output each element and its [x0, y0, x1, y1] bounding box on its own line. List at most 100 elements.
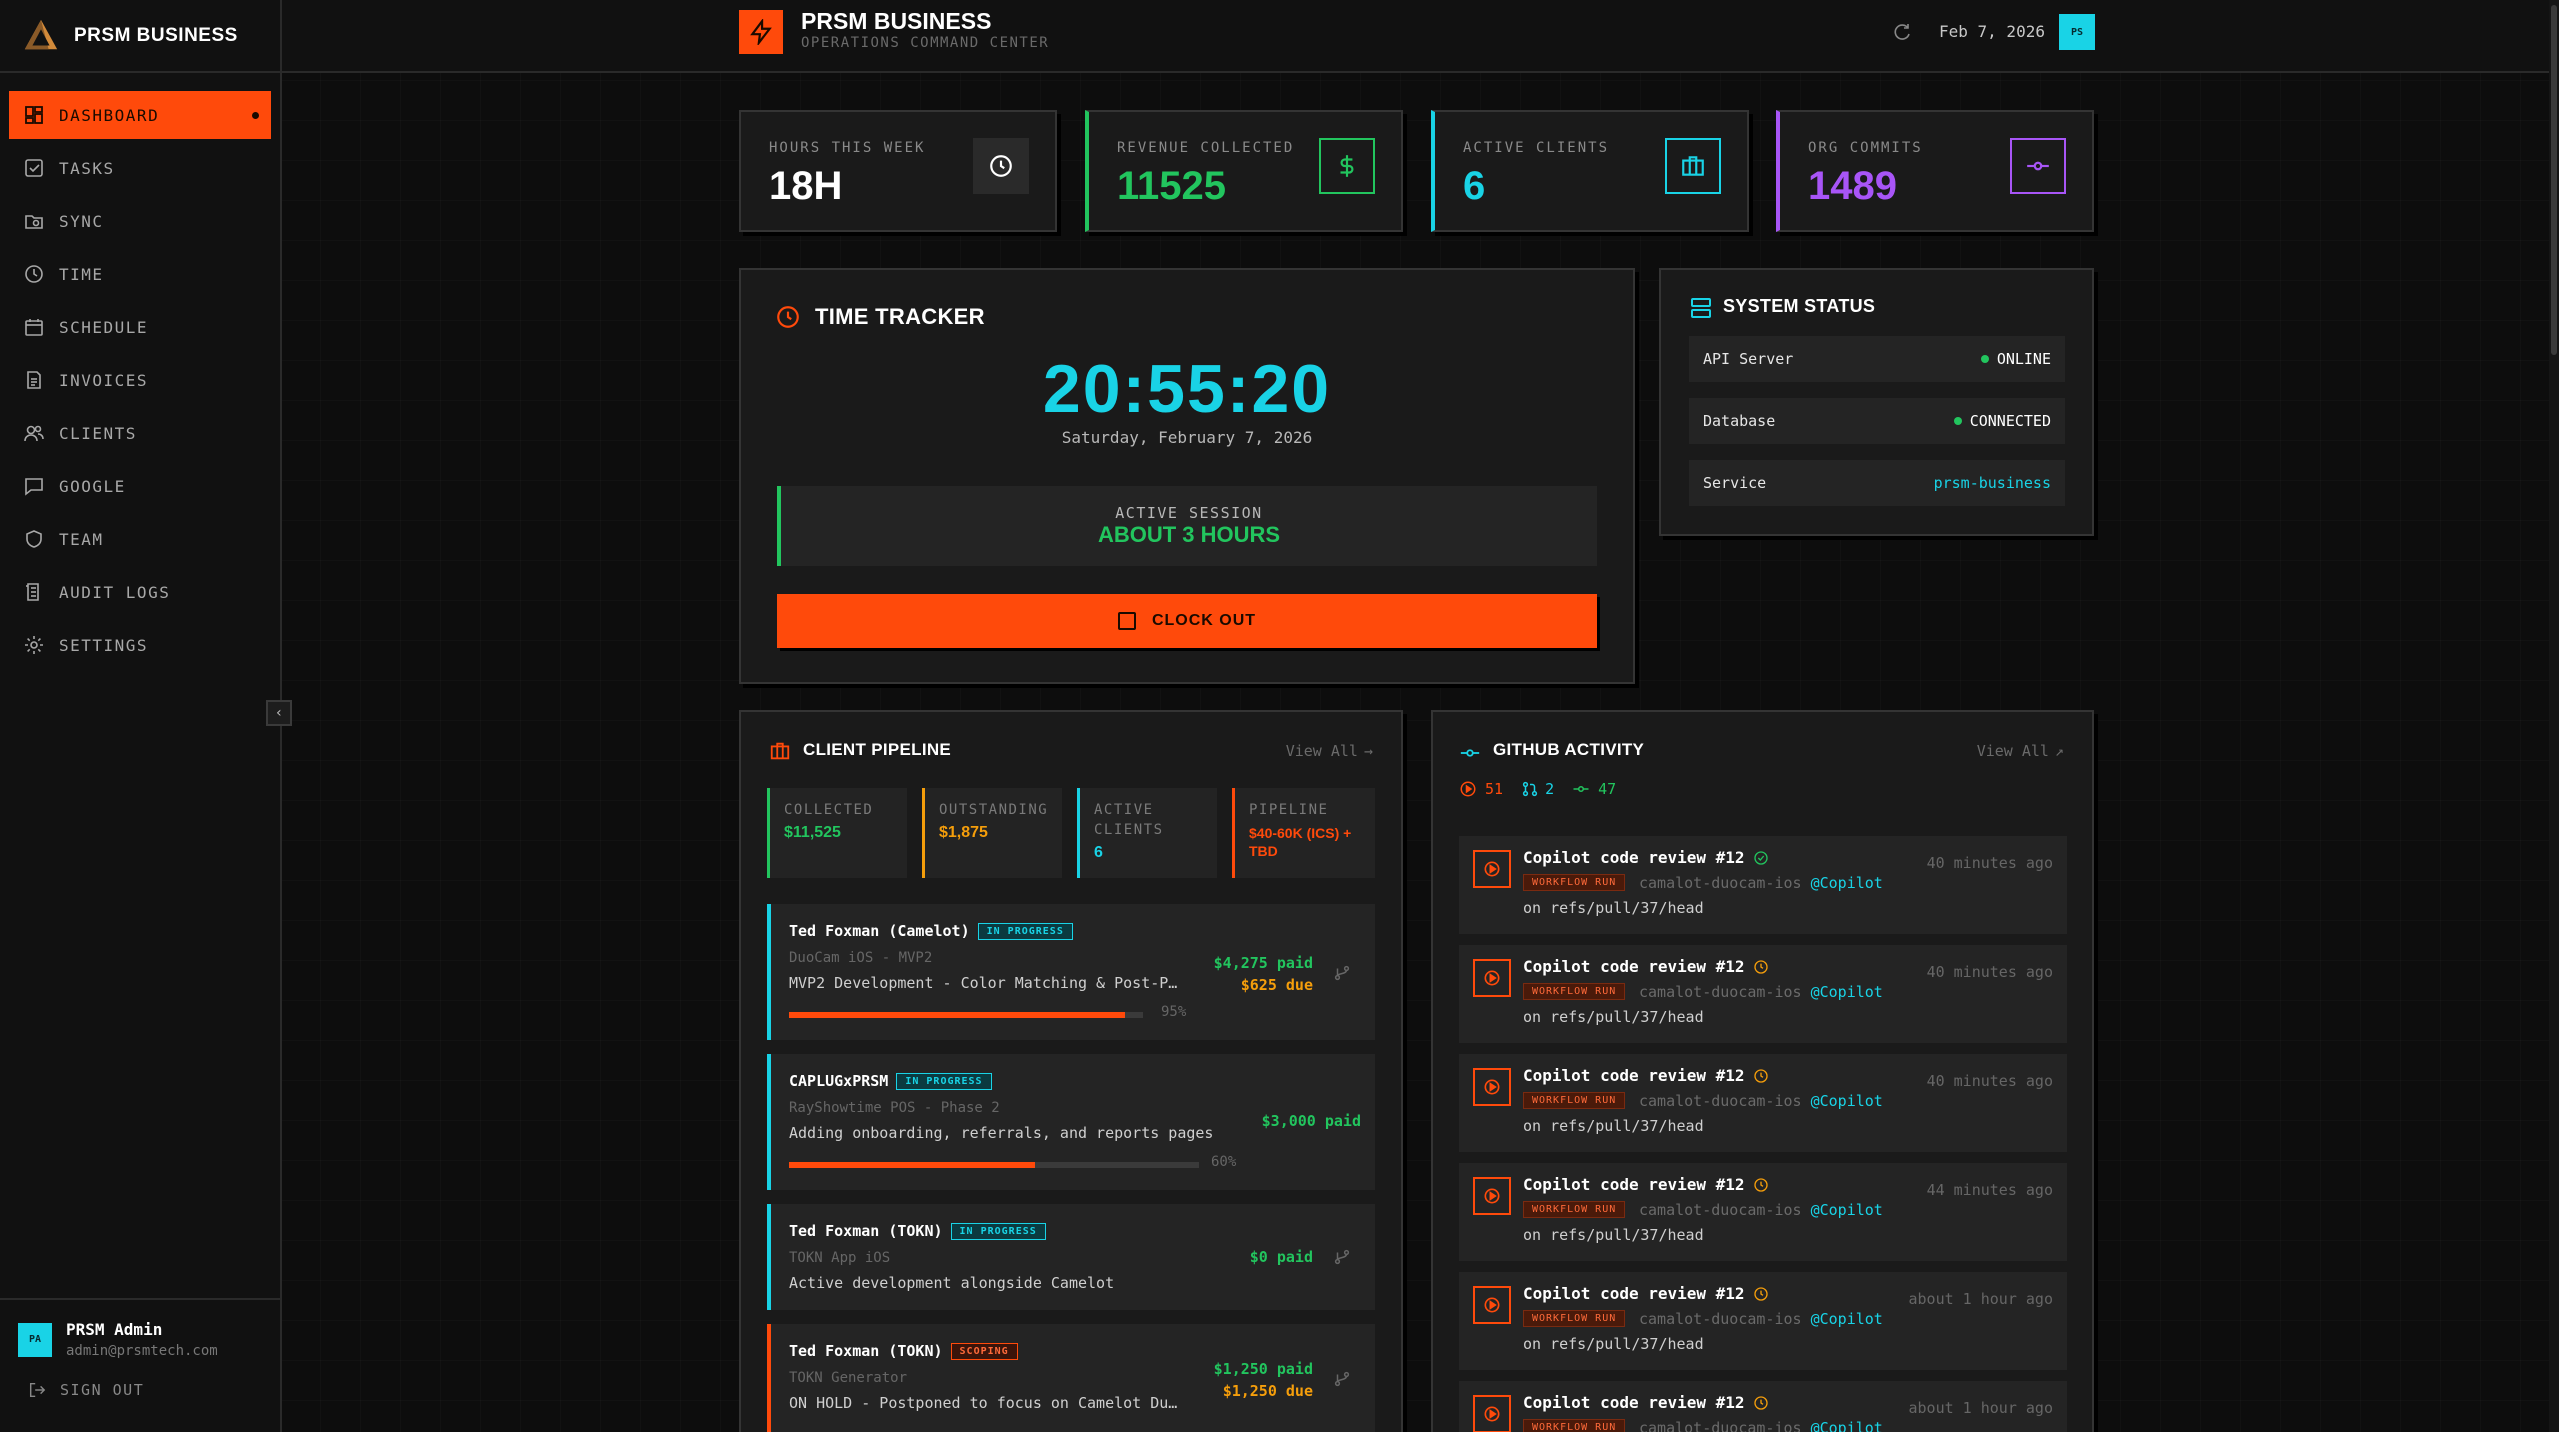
status-row-database: Database CONNECTED	[1689, 398, 2065, 444]
pipe-stat-value: $40-60K (ICS) + TBD	[1249, 825, 1352, 859]
actor-link[interactable]: @Copilot	[1811, 1310, 1883, 1328]
user-email: admin@prsmtech.com	[66, 1343, 218, 1359]
activity-title-row: Copilot code review #12	[1523, 1393, 1769, 1412]
dollar-icon	[1319, 138, 1375, 194]
header-date: Feb 7, 2026	[1939, 22, 2045, 41]
activity-title-row: Copilot code review #12	[1523, 957, 1769, 976]
clock-date: Saturday, February 7, 2026	[1061, 428, 1313, 447]
progress-pct: 60%	[1211, 1154, 1237, 1170]
workflow-run-icon	[1473, 1286, 1511, 1324]
client-due: $625 due	[1240, 976, 1313, 994]
view-all-label: View All	[1976, 742, 2049, 760]
progress-fill	[789, 1162, 1035, 1168]
repo-name: camalot-duocam-ios	[1639, 1310, 1802, 1328]
sidebar-item-label: TASKS	[59, 158, 115, 178]
sidebar-collapse-button[interactable]: ‹	[266, 700, 292, 726]
github-activity-item[interactable]: Copilot code review #12 WORKFLOW RUN cam…	[1459, 945, 2067, 1043]
sidebar-item-time[interactable]: TIME	[9, 250, 271, 298]
activity-title: Copilot code review #12	[1523, 1284, 1745, 1303]
sidebar-item-label: TIME	[59, 264, 104, 284]
sidebar-item-settings[interactable]: SETTINGS	[9, 621, 271, 669]
chevron-left-icon: ‹	[274, 705, 284, 721]
scrollbar[interactable]	[2549, 0, 2559, 1432]
activity-title: Copilot code review #12	[1523, 957, 1745, 976]
activity-title-row: Copilot code review #12	[1523, 1175, 1769, 1194]
activity-ref: on refs/pull/37/head	[1523, 1008, 1704, 1026]
sidebar-item-google[interactable]: GOOGLE	[9, 462, 271, 510]
pending-clock-icon	[1753, 1068, 1769, 1084]
online-dot	[1953, 417, 1962, 425]
sidebar-item-label: SCHEDULE	[59, 317, 149, 337]
actor-link[interactable]: @Copilot	[1811, 1419, 1883, 1432]
client-paid: $3,000 paid	[1261, 1112, 1361, 1130]
sidebar-brand[interactable]: PRSM BUSINESS	[0, 0, 280, 73]
server-icon	[1689, 296, 1713, 324]
pending-clock-icon	[1753, 1286, 1769, 1302]
client-card[interactable]: Ted Foxman (TOKN) IN PROGRESS TOKN App iO…	[767, 1204, 1375, 1310]
client-card[interactable]: CAPLUGxPRSM IN PROGRESS RayShowtime POS -…	[767, 1054, 1375, 1190]
workflow-run-icon	[1473, 1395, 1511, 1432]
client-paid: $1,250 paid	[1213, 1360, 1313, 1378]
activity-time: 40 minutes ago	[1926, 854, 2053, 872]
pipe-stat-active-clients: ACTIVE CLIENTS 6	[1077, 788, 1217, 878]
page-subtitle: OPERATIONS COMMAND CENTER	[801, 35, 1050, 51]
sidebar-item-dashboard[interactable]: DASHBOARD	[9, 91, 271, 139]
client-card[interactable]: Ted Foxman (TOKN) SCOPING TOKN Generator …	[767, 1324, 1375, 1432]
scroll-thumb[interactable]	[2551, 5, 2557, 355]
refresh-icon[interactable]	[1892, 22, 1914, 44]
sidebar-item-schedule[interactable]: SCHEDULE	[9, 303, 271, 351]
online-dot	[1980, 355, 1989, 363]
sidebar-item-sync[interactable]: SYNC	[9, 197, 271, 245]
sync-icon	[23, 210, 45, 232]
sidebar-item-audit-logs[interactable]: AUDIT LOGS	[9, 568, 271, 616]
client-card[interactable]: Ted Foxman (Camelot) IN PROGRESS DuoCam i…	[767, 904, 1375, 1040]
pipeline-view-all[interactable]: View All →	[1286, 742, 1373, 760]
sidebar-item-tasks[interactable]: TASKS	[9, 144, 271, 192]
client-desc: MVP2 Development - Color Matching & Post…	[789, 974, 1179, 992]
actor-link[interactable]: @Copilot	[1811, 1201, 1883, 1219]
status-badge: IN PROGRESS	[896, 1073, 992, 1090]
branch-icon[interactable]	[1333, 1248, 1351, 1266]
client-name-row: Ted Foxman (TOKN) SCOPING	[789, 1342, 1018, 1360]
github-activity-item[interactable]: Copilot code review #12 WORKFLOW RUN cam…	[1459, 1272, 2067, 1370]
actor-link[interactable]: @Copilot	[1811, 983, 1883, 1001]
client-paid: $4,275 paid	[1213, 954, 1313, 972]
brand-name: PRSM BUSINESS	[74, 24, 238, 46]
check-circle-icon	[1753, 850, 1769, 866]
header-avatar[interactable]: PS	[2059, 14, 2095, 50]
session-value: ABOUT 3 HOURS	[1097, 522, 1281, 547]
clock-out-button[interactable]: CLOCK OUT	[777, 594, 1597, 648]
progress-bar	[789, 1012, 1143, 1018]
branch-icon[interactable]	[1333, 1370, 1351, 1388]
stat-card-clients: ACTIVE CLIENTS 6	[1431, 110, 1749, 232]
github-activity-item[interactable]: Copilot code review #12 WORKFLOW RUN cam…	[1459, 836, 2067, 934]
activity-title-row: Copilot code review #12	[1523, 848, 1769, 867]
workflow-run-icon	[1473, 959, 1511, 997]
sidebar-item-label: AUDIT LOGS	[59, 582, 171, 602]
github-activity-item[interactable]: Copilot code review #12 WORKFLOW RUN cam…	[1459, 1381, 2067, 1432]
sidebar-item-team[interactable]: TEAM	[9, 515, 271, 563]
time-tracker-title: TIME TRACKER	[815, 304, 985, 329]
github-activity-panel: GITHUB ACTIVITY View All ↗ 51 2 47 Copilo…	[1431, 710, 2094, 1432]
clock-display: 20:55:20	[1042, 351, 1332, 427]
status-badge: SCOPING	[950, 1343, 1018, 1360]
signout-label: SIGN OUT	[60, 1381, 145, 1399]
signout-button[interactable]: SIGN OUT	[28, 1381, 280, 1399]
workflow-run-badge: WORKFLOW RUN	[1523, 874, 1626, 891]
sidebar-item-label: TEAM	[59, 529, 104, 549]
sidebar-item-invoices[interactable]: INVOICES	[9, 356, 271, 404]
github-activity-item[interactable]: Copilot code review #12 WORKFLOW RUN cam…	[1459, 1054, 2067, 1152]
activity-title: Copilot code review #12	[1523, 1066, 1745, 1085]
github-activity-item[interactable]: Copilot code review #12 WORKFLOW RUN cam…	[1459, 1163, 2067, 1261]
stat-value: 11525	[1117, 164, 1227, 208]
client-pipeline-panel: CLIENT PIPELINE View All → COLLECTED $11,…	[739, 710, 1403, 1432]
actor-link[interactable]: @Copilot	[1811, 1092, 1883, 1110]
github-view-all[interactable]: View All ↗	[1977, 742, 2064, 760]
user-row[interactable]: PA PRSM Admin admin@prsmtech.com	[18, 1320, 280, 1359]
sidebar-item-clients[interactable]: CLIENTS	[9, 409, 271, 457]
tasks-icon	[23, 157, 45, 179]
sidebar-user: PA PRSM Admin admin@prsmtech.com SIGN OU…	[0, 1298, 280, 1399]
client-desc: ON HOLD - Postponed to focus on Camelot …	[789, 1394, 1179, 1412]
branch-icon[interactable]	[1333, 964, 1351, 982]
actor-link[interactable]: @Copilot	[1811, 874, 1883, 892]
